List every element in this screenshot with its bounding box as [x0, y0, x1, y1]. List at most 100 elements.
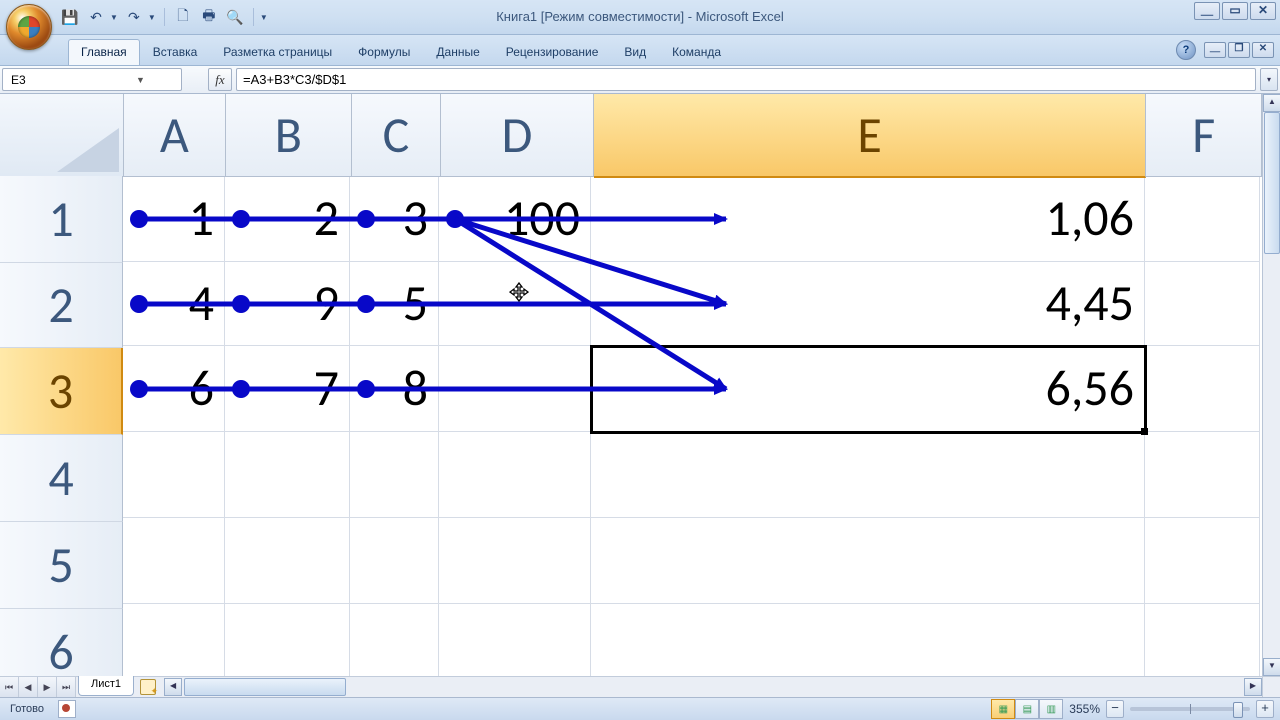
page-layout-view-icon[interactable]: ▤	[1015, 699, 1039, 719]
cell-D3[interactable]	[439, 346, 591, 432]
cell-D6[interactable]	[439, 604, 591, 676]
zoom-slider-knob[interactable]	[1233, 702, 1243, 718]
page-break-view-icon[interactable]: ▥	[1039, 699, 1063, 719]
ribbon-tab-рецензирование[interactable]: Рецензирование	[493, 39, 612, 65]
cell-A4[interactable]	[123, 432, 225, 518]
cell-B4[interactable]	[225, 432, 350, 518]
cell-A6[interactable]	[123, 604, 225, 676]
cell-A3[interactable]: 6	[123, 346, 225, 432]
save-icon[interactable]: 💾	[60, 7, 80, 27]
zoom-slider[interactable]	[1130, 707, 1250, 711]
redo-dropdown-icon[interactable]: ▼	[148, 13, 156, 22]
new-file-icon[interactable]: 🗋	[173, 7, 193, 27]
redo-icon[interactable]: ↷	[124, 7, 144, 27]
help-icon[interactable]: ?	[1176, 40, 1196, 60]
cell-C2[interactable]: 5	[350, 262, 439, 346]
cell-D2[interactable]	[439, 262, 591, 346]
ribbon-tab-данные[interactable]: Данные	[423, 39, 492, 65]
maximize-button[interactable]: ▭	[1222, 2, 1248, 20]
cell-E5[interactable]	[591, 518, 1145, 604]
print-preview-icon[interactable]: 🔍	[225, 7, 245, 27]
cell-A2[interactable]: 4	[123, 262, 225, 346]
close-button[interactable]: ✕	[1250, 2, 1276, 20]
scroll-left-icon[interactable]: ◀	[164, 678, 182, 696]
qat-customize-icon[interactable]: ▼	[260, 13, 268, 22]
minimize-button[interactable]: ＿	[1194, 2, 1220, 20]
vertical-scrollbar[interactable]: ▲ ▼	[1262, 94, 1280, 676]
cell-C6[interactable]	[350, 604, 439, 676]
row-header-3[interactable]: 3	[0, 348, 123, 435]
sheet-tab[interactable]: Лист1	[78, 676, 134, 696]
prev-sheet-icon[interactable]: ◀	[19, 677, 38, 697]
horizontal-scrollbar[interactable]: ◀ ▶	[164, 677, 1262, 697]
column-header-B[interactable]: B	[226, 94, 352, 177]
cell-E3[interactable]: 6,56	[591, 346, 1145, 432]
cell-D4[interactable]	[439, 432, 591, 518]
cell-F3[interactable]	[1145, 346, 1260, 432]
last-sheet-icon[interactable]: ⏭	[57, 677, 76, 697]
cell-C1[interactable]: 3	[350, 176, 439, 262]
select-all-corner[interactable]	[0, 94, 124, 177]
record-macro-icon[interactable]	[58, 700, 76, 718]
cell-B1[interactable]: 2	[225, 176, 350, 262]
cell-D5[interactable]	[439, 518, 591, 604]
spreadsheet-grid[interactable]: ABCDEF 123456 1231001,064954,456786,56	[0, 94, 1262, 676]
cell-C3[interactable]: 8	[350, 346, 439, 432]
row-header-6[interactable]: 6	[0, 609, 123, 676]
cell-F4[interactable]	[1145, 432, 1260, 518]
cell-F1[interactable]	[1145, 176, 1260, 262]
zoom-label[interactable]: 355%	[1069, 702, 1100, 716]
cell-B5[interactable]	[225, 518, 350, 604]
normal-view-icon[interactable]: ▦	[991, 699, 1015, 719]
cell-B3[interactable]: 7	[225, 346, 350, 432]
cell-E2[interactable]: 4,45	[591, 262, 1145, 346]
column-header-D[interactable]: D	[441, 94, 593, 177]
undo-dropdown-icon[interactable]: ▼	[110, 13, 118, 22]
cell-E4[interactable]	[591, 432, 1145, 518]
horizontal-scroll-thumb[interactable]	[184, 678, 346, 696]
cell-E6[interactable]	[591, 604, 1145, 676]
column-header-E[interactable]: E	[594, 94, 1147, 178]
row-header-4[interactable]: 4	[0, 435, 123, 522]
formula-input[interactable]: =A3+B3*C3/$D$1	[236, 68, 1256, 91]
zoom-out-icon[interactable]: −	[1106, 700, 1124, 718]
cell-F6[interactable]	[1145, 604, 1260, 676]
column-header-A[interactable]: A	[124, 94, 227, 177]
ribbon-tab-главная[interactable]: Главная	[68, 39, 140, 65]
doc-close-button[interactable]: ✕	[1252, 42, 1274, 58]
fx-icon[interactable]: fx	[208, 68, 232, 91]
ribbon-tab-вставка[interactable]: Вставка	[140, 39, 211, 65]
undo-icon[interactable]: ↶	[86, 7, 106, 27]
cell-C5[interactable]	[350, 518, 439, 604]
row-header-2[interactable]: 2	[0, 263, 123, 348]
office-button[interactable]	[6, 4, 52, 50]
next-sheet-icon[interactable]: ▶	[38, 677, 57, 697]
expand-formula-bar-icon[interactable]: ▾	[1260, 68, 1278, 91]
ribbon-tab-вид[interactable]: Вид	[611, 39, 659, 65]
vertical-scroll-thumb[interactable]	[1264, 112, 1280, 254]
name-box[interactable]: E3 ▼	[2, 68, 182, 91]
ribbon-tab-формулы[interactable]: Формулы	[345, 39, 423, 65]
column-header-C[interactable]: C	[352, 94, 442, 177]
cell-F2[interactable]	[1145, 262, 1260, 346]
row-header-1[interactable]: 1	[0, 176, 123, 263]
scroll-up-icon[interactable]: ▲	[1263, 94, 1280, 112]
first-sheet-icon[interactable]: ⏮	[0, 677, 19, 697]
split-handle[interactable]	[1262, 677, 1280, 697]
zoom-in-icon[interactable]: +	[1256, 700, 1274, 718]
doc-restore-button[interactable]: ❐	[1228, 42, 1250, 58]
scroll-right-icon[interactable]: ▶	[1244, 678, 1262, 696]
cell-B2[interactable]: 9	[225, 262, 350, 346]
cell-C4[interactable]	[350, 432, 439, 518]
name-box-dropdown-icon[interactable]: ▼	[92, 75, 181, 85]
quick-print-icon[interactable]: 🖶	[199, 7, 219, 27]
cell-D1[interactable]: 100	[439, 176, 591, 262]
cell-B6[interactable]	[225, 604, 350, 676]
column-header-F[interactable]: F	[1146, 94, 1262, 177]
doc-minimize-button[interactable]: ＿	[1204, 42, 1226, 58]
cell-A1[interactable]: 1	[123, 176, 225, 262]
cell-A5[interactable]	[123, 518, 225, 604]
insert-sheet-icon[interactable]	[138, 677, 158, 697]
cell-E1[interactable]: 1,06	[591, 176, 1145, 262]
ribbon-tab-команда[interactable]: Команда	[659, 39, 734, 65]
